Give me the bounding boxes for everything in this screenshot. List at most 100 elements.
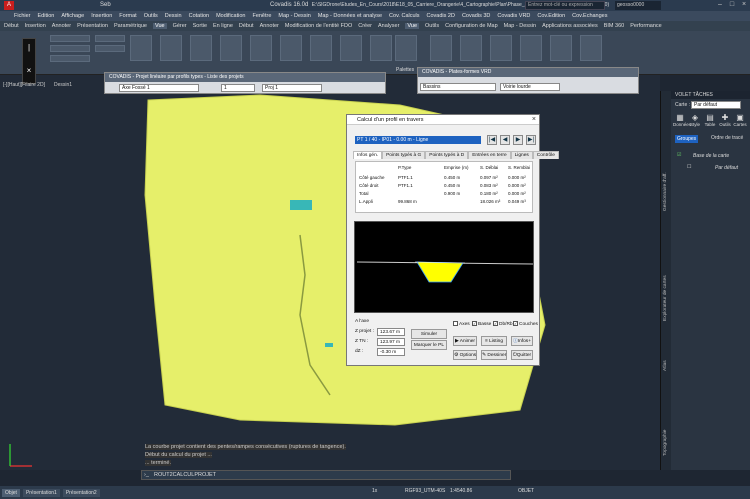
ribbon-button[interactable] [50, 45, 90, 52]
menu-item[interactable]: Covadis 3D [462, 13, 490, 19]
dialog-tab[interactable]: Entrées en terre [468, 151, 511, 159]
layer-check-icon[interactable]: ☑ [677, 152, 681, 158]
layout-tab[interactable]: Présentation2 [62, 488, 100, 497]
zoom-level[interactable]: 1x [372, 488, 377, 494]
axe-select[interactable]: Axe Fossé 1 [119, 84, 199, 92]
ribbon-tab[interactable]: Présentation [77, 23, 108, 29]
ribbon-button-large[interactable] [370, 35, 392, 61]
ribbon-tab[interactable]: Vue [405, 23, 420, 29]
menu-item[interactable]: Format [119, 13, 136, 19]
ribbon-button-large[interactable] [160, 35, 182, 61]
menu-item[interactable]: Map - Dessin [278, 13, 310, 19]
ribbon-tab[interactable]: Vue [152, 23, 167, 29]
ribbon-tab[interactable]: Annoter [260, 23, 279, 29]
checkbox-icon[interactable]: ✓ [493, 321, 498, 326]
menu-item[interactable]: Covadis VRD [497, 13, 530, 19]
checkbox-icon[interactable]: ✓ [472, 321, 477, 326]
ribbon-tab[interactable]: Analyser [378, 23, 399, 29]
user-account[interactable]: geosso0000 [615, 1, 661, 10]
menu-item[interactable]: Fenêtre [252, 13, 271, 19]
ribbon-tab[interactable]: Début [239, 23, 254, 29]
dialog-tab[interactable]: Points typés à G [382, 151, 426, 159]
layer-unchecked-icon[interactable]: ☐ [687, 164, 691, 170]
view-cube[interactable]: | × [22, 38, 36, 84]
dialog-tab[interactable]: Lignes [510, 151, 533, 159]
ribbon-tab[interactable]: Paramétrique [114, 23, 147, 29]
ribbon-tab[interactable]: Modification de l'entité FDO [285, 23, 352, 29]
menu-item[interactable]: Cov.Edition [537, 13, 565, 19]
viewport-tab[interactable]: Dessin1 [51, 82, 75, 91]
menu-item[interactable]: Cotation [189, 13, 210, 19]
layer-par-defaut[interactable]: Par défaut [715, 165, 738, 171]
viewport-tab[interactable]: [-][Haut][Filaire 2D] [0, 82, 48, 91]
nav-arrow-icon[interactable]: ▶| [526, 135, 536, 145]
vertical-tab-2[interactable]: Atlas [663, 360, 668, 371]
ribbon-button-large[interactable] [520, 35, 542, 61]
menu-item[interactable]: Modification [216, 13, 245, 19]
checkbox-2[interactable]: ✓ Db/Rb [493, 321, 513, 327]
ribbon-button[interactable] [95, 35, 125, 42]
quitter-button[interactable]: ⏻Quitter [511, 350, 533, 360]
ribbon-tab[interactable]: Insertion [25, 23, 46, 29]
ribbon-tab[interactable]: BIM 360 [604, 23, 624, 29]
layer-base-carte[interactable]: Base de la carte [693, 153, 729, 159]
ribbon-tab[interactable]: Début [4, 23, 19, 29]
menu-item[interactable]: Fichier [14, 13, 31, 19]
voirie-select[interactable]: Voirie lourde [500, 83, 560, 91]
z-projet-field[interactable]: 123.67 m [377, 328, 405, 336]
vertical-tab-0[interactable]: Gestionnaire d'aff. [663, 172, 668, 211]
ribbon-button-large[interactable] [580, 35, 602, 61]
ribbon-tab[interactable]: Applications associées [542, 23, 598, 29]
profile-selector[interactable]: PT 1 / 40 - IP01 - 0.00 m - Ligne [355, 136, 481, 144]
ribbon-tab[interactable]: Configuration de Map [445, 23, 498, 29]
command-line[interactable]: ›_ ROUT2CALCULPROJET [141, 470, 511, 480]
vertical-tab-1[interactable]: Explorateur de cartes [663, 275, 668, 321]
ribbon-tab[interactable]: Gérer [173, 23, 187, 29]
checkbox-icon[interactable] [453, 321, 458, 326]
z-tn-field[interactable]: 123.97 m [377, 338, 405, 346]
tool-0[interactable]: ▦ Données [673, 113, 691, 127]
object-mode[interactable]: OBJET [518, 488, 534, 494]
ribbon-tab[interactable]: Map - Dessin [504, 23, 536, 29]
tab-groupes[interactable]: Groupes [675, 135, 699, 143]
ribbon-button-large[interactable] [250, 35, 272, 61]
options-button[interactable]: ⚙ Options [453, 350, 477, 360]
tool-4[interactable]: ▣ Cartes [733, 113, 747, 127]
app-logo-icon[interactable]: A [4, 1, 14, 10]
ribbon-button-large[interactable] [550, 35, 572, 61]
menu-item[interactable]: Insertion [91, 13, 112, 19]
layout-tab[interactable]: Présentation1 [22, 488, 60, 497]
menu-item[interactable]: Covadis 2D [427, 13, 455, 19]
tool-3[interactable]: ✚ Outils [718, 113, 732, 127]
menu-item[interactable]: Edition [38, 13, 55, 19]
checkbox-3[interactable]: ✓ Couches [513, 321, 538, 327]
ribbon-button-large[interactable] [190, 35, 212, 61]
map-scale[interactable]: 1:4540.86 [450, 488, 472, 494]
ribbon-tab[interactable]: Annoter [52, 23, 71, 29]
tool-2[interactable]: ▤ Table [703, 113, 717, 127]
close-icon[interactable]: × [740, 1, 748, 9]
vertical-tab-3[interactable]: Topographie [663, 430, 668, 456]
tab-ordre-trace[interactable]: Ordre de tracé [711, 135, 743, 141]
menu-item[interactable]: Cov.Echanges [572, 13, 607, 19]
menu-item[interactable]: Affichage [61, 13, 84, 19]
nav-arrow-icon[interactable]: |◀ [487, 135, 497, 145]
simuler-button[interactable]: Simuler [411, 329, 447, 339]
listing-button[interactable]: ≡ Listing [481, 336, 507, 346]
maximize-icon[interactable]: □ [728, 1, 736, 9]
menu-item[interactable]: Map - Données et analyse [318, 13, 382, 19]
nav-arrow-icon[interactable]: ◀ [500, 135, 510, 145]
nav-arrow-icon[interactable]: ▶ [513, 135, 523, 145]
ribbon-button-large[interactable] [430, 35, 452, 61]
animer-button[interactable]: ▶ Animer [453, 336, 477, 346]
num-select[interactable]: 1 [221, 84, 255, 92]
ribbon-tab[interactable]: Sortie [193, 23, 207, 29]
carte-select[interactable]: Par défaut [691, 101, 741, 109]
ribbon-button[interactable] [50, 55, 90, 62]
bassins-select[interactable]: Bassins [420, 83, 496, 91]
dialog-tab[interactable]: Infos gén. [353, 151, 383, 159]
proj-select[interactable]: Proj 1 [262, 84, 322, 92]
ribbon-button-large[interactable] [220, 35, 242, 61]
menu-item[interactable]: Cov. Calculs [389, 13, 419, 19]
ribbon-button-large[interactable] [280, 35, 302, 61]
